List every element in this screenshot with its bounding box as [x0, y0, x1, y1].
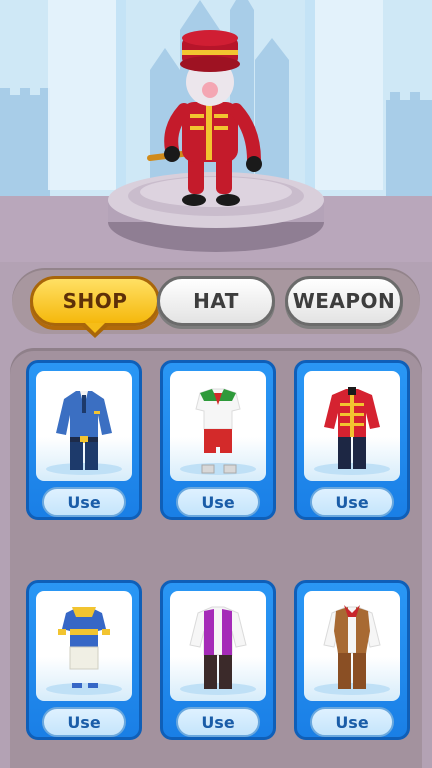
- outfit-card[interactable]: Use: [160, 360, 276, 520]
- green-white-outfit-icon: [195, 388, 241, 474]
- police-uniform-icon: [56, 391, 112, 470]
- player-character: [147, 30, 262, 206]
- use-button[interactable]: Use: [310, 487, 394, 517]
- use-button[interactable]: Use: [176, 707, 260, 737]
- use-button[interactable]: Use: [42, 707, 126, 737]
- use-button[interactable]: Use: [42, 487, 126, 517]
- outfit-thumbnail: [170, 371, 266, 481]
- use-button[interactable]: Use: [310, 707, 394, 737]
- outfit-thumbnail: [304, 591, 400, 701]
- category-tab-bar: SHOP HAT WEAPON: [12, 268, 420, 338]
- outfit-card[interactable]: Use: [160, 580, 276, 740]
- purple-vest-outfit-icon: [189, 606, 247, 689]
- use-button[interactable]: Use: [176, 487, 260, 517]
- cowboy-outfit-icon: [323, 605, 381, 689]
- outfit-card[interactable]: Use: [26, 580, 142, 740]
- outfit-card[interactable]: Use: [26, 360, 142, 520]
- outfit-thumbnail: [304, 371, 400, 481]
- tab-hat[interactable]: HAT: [157, 276, 275, 326]
- sailor-outfit-icon: [58, 607, 110, 688]
- character-preview-scene: [0, 0, 432, 262]
- shop-items-panel: Use Use Use Use Use Use: [10, 348, 422, 768]
- tab-weapon-label: WEAPON: [292, 289, 396, 313]
- outfit-thumbnail: [36, 591, 132, 701]
- tab-hat-label: HAT: [193, 289, 239, 313]
- outfit-thumbnail: [170, 591, 266, 701]
- red-guard-uniform-icon: [324, 387, 380, 469]
- tab-shop[interactable]: SHOP: [30, 276, 160, 338]
- outfit-card[interactable]: Use: [294, 580, 410, 740]
- tab-weapon[interactable]: WEAPON: [285, 276, 403, 326]
- outfit-card[interactable]: Use: [294, 360, 410, 520]
- tab-shop-label: SHOP: [62, 289, 128, 313]
- outfit-thumbnail: [36, 371, 132, 481]
